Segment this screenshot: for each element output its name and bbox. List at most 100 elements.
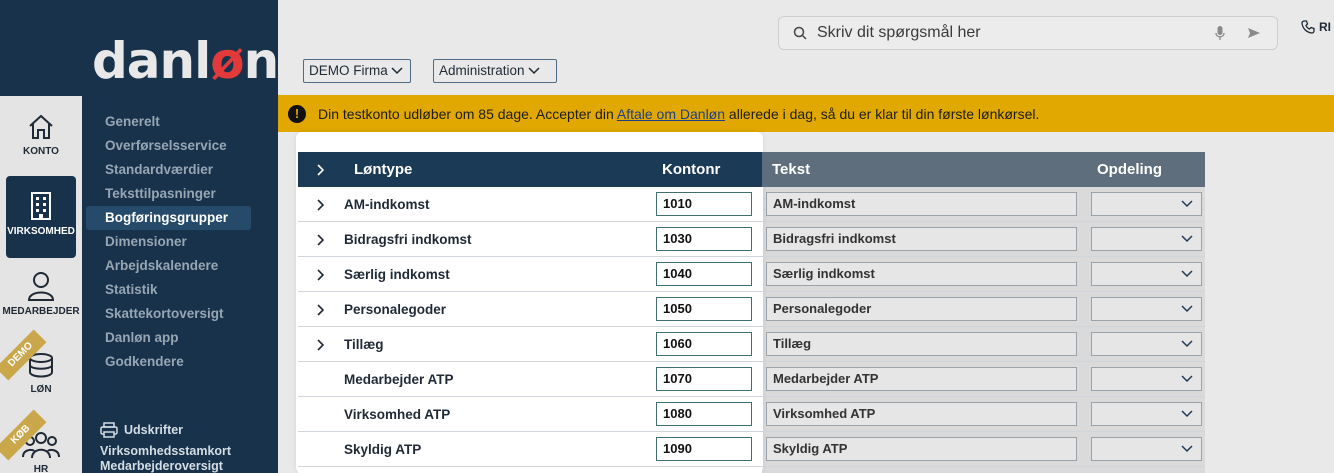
subnav-item-danlon-app[interactable]: Danløn app — [86, 326, 276, 350]
table-row: Medarbejder ATP 1070 Medarbejder ATP — [298, 362, 1205, 397]
chevron-down-icon — [1181, 200, 1193, 208]
agreement-link[interactable]: Aftale om Danløn — [617, 106, 725, 122]
rail-label: KONTO — [23, 146, 59, 157]
rail-item-medarbejder[interactable]: MEDARBEJDER — [0, 270, 82, 317]
phone-icon — [1301, 20, 1315, 34]
subnav-item-skattekortoversigt[interactable]: Skattekortoversigt — [86, 302, 276, 326]
table-row: Personalegoder 1050 Personalegoder — [298, 292, 1205, 327]
table-header: Løntype Kontonr Tekst Opdeling — [298, 152, 1205, 187]
chevron-down-icon — [1181, 410, 1193, 418]
tekst-field[interactable]: Virksomhed ATP — [766, 402, 1077, 426]
tekst-field[interactable]: Særlig indkomst — [766, 262, 1077, 286]
row-name: AM-indkomst — [344, 197, 430, 212]
chevron-down-icon — [1181, 235, 1193, 243]
chevron-right-icon[interactable] — [316, 304, 324, 316]
rail-label: HR — [33, 464, 49, 473]
subnav-item-dimensioner[interactable]: Dimensioner — [86, 230, 276, 254]
microphone-icon[interactable] — [1215, 25, 1225, 41]
call-label: RI — [1319, 20, 1331, 34]
print-link-medarbejderoversigt[interactable]: Medarbejderoversigt — [100, 459, 231, 473]
kontonr-input[interactable]: 1090 — [656, 437, 752, 461]
print-link-virksomhedsstamkort[interactable]: Virksomhedsstamkort — [100, 444, 231, 459]
prints-title: Udskrifter — [124, 423, 184, 437]
opdeling-select[interactable] — [1091, 227, 1202, 251]
subnav-item-teksttilpasninger[interactable]: Teksttilpasninger — [86, 182, 276, 206]
kontonr-input[interactable]: 1060 — [656, 332, 752, 356]
danlon-logo[interactable]: danløn — [92, 32, 279, 90]
banner-text: Din testkonto udløber om 85 dage. Accept… — [318, 105, 1040, 122]
search-input[interactable]: Skriv dit spørgsmål her — [817, 24, 1215, 42]
chevron-down-icon — [1181, 375, 1193, 383]
rail-label: VIRKSOMHED — [7, 226, 75, 237]
col-header-tekst: Tekst — [772, 161, 811, 178]
rail-item-konto[interactable]: KONTO — [0, 112, 82, 157]
kontonr-input[interactable]: 1050 — [656, 297, 752, 321]
tekst-field[interactable]: Skyldig ATP — [766, 437, 1077, 461]
chevron-down-icon — [1181, 340, 1193, 348]
opdeling-select[interactable] — [1091, 367, 1202, 391]
chevron-right-icon[interactable] — [316, 199, 324, 211]
send-icon[interactable] — [1247, 27, 1261, 39]
subnav-item-arbejdskalendere[interactable]: Arbejdskalendere — [86, 254, 276, 278]
trial-banner: ! Din testkonto udløber om 85 dage. Acce… — [278, 95, 1334, 132]
table-row: Skyldig ATP 1090 Skyldig ATP — [298, 432, 1205, 467]
chevron-right-icon[interactable] — [316, 339, 324, 351]
chevron-down-icon — [1181, 305, 1193, 313]
subnav-item-generelt[interactable]: Generelt — [86, 110, 276, 134]
subnav-item-statistik[interactable]: Statistik — [86, 278, 276, 302]
tekst-field[interactable]: Medarbejder ATP — [766, 367, 1077, 391]
search-bar[interactable]: Skriv dit spørgsmål her — [778, 16, 1278, 50]
table-row: AM-indkomst 1010 AM-indkomst — [298, 187, 1205, 222]
col-header-opdeling: Opdeling — [1097, 161, 1162, 178]
prints-section: Udskrifter Virksomhedsstamkort Medarbejd… — [100, 422, 231, 473]
company-dropdown[interactable]: DEMO Firma — [303, 59, 411, 83]
opdeling-select[interactable] — [1091, 402, 1202, 426]
kontonr-input[interactable]: 1010 — [656, 192, 752, 216]
subnav-item-standardvaerdier[interactable]: Standardværdier — [86, 158, 276, 182]
call-link[interactable]: RI — [1301, 20, 1331, 34]
row-name: Personalegoder — [344, 302, 447, 317]
company-dropdown-value: DEMO Firma — [309, 63, 388, 78]
prints-header: Udskrifter — [100, 422, 231, 438]
rail-item-virksomhed[interactable]: VIRKSOMHED — [6, 176, 76, 258]
warning-icon: ! — [288, 104, 306, 123]
chevron-down-icon — [391, 67, 403, 75]
opdeling-select[interactable] — [1091, 262, 1202, 286]
person-icon — [27, 272, 55, 301]
table-row: Virksomhed ATP 1080 Virksomhed ATP — [298, 397, 1205, 432]
subnav-item-godkendere[interactable]: Godkendere — [86, 350, 276, 374]
sub-navigation: Generelt Overførselsservice Standardværd… — [86, 110, 276, 374]
printer-icon — [100, 422, 118, 438]
rail-label: LØN — [30, 384, 52, 395]
row-name: Særlig indkomst — [344, 267, 450, 282]
col-header-kontonr: Kontonr — [662, 161, 721, 178]
expand-all-icon[interactable] — [316, 164, 324, 176]
kontonr-input[interactable]: 1030 — [656, 227, 752, 251]
chevron-right-icon[interactable] — [316, 234, 324, 246]
table-row: Bidragsfri indkomst 1030 Bidragsfri indkom… — [298, 222, 1205, 257]
icon-rail: KONTO VIRKSOMHED MEDARBEJDER LØN DEMO HR… — [0, 96, 82, 473]
tekst-field[interactable]: Tillæg — [766, 332, 1077, 356]
opdeling-select[interactable] — [1091, 332, 1202, 356]
tekst-field[interactable]: AM-indkomst — [766, 192, 1077, 216]
home-icon — [29, 114, 53, 139]
row-name: Medarbejder ATP — [344, 372, 454, 387]
subnav-item-overforselsservice[interactable]: Overførselsservice — [86, 134, 276, 158]
opdeling-select[interactable] — [1091, 192, 1202, 216]
role-dropdown[interactable]: Administration — [433, 59, 557, 83]
row-name: Bidragsfri indkomst — [344, 232, 472, 247]
chevron-right-icon[interactable] — [316, 269, 324, 281]
row-name: Skyldig ATP — [344, 442, 422, 457]
role-dropdown-value: Administration — [439, 63, 525, 78]
row-name: Tillæg — [344, 337, 384, 352]
kontonr-input[interactable]: 1040 — [656, 262, 752, 286]
opdeling-select[interactable] — [1091, 297, 1202, 321]
chevron-down-icon — [1181, 270, 1193, 278]
opdeling-select[interactable] — [1091, 437, 1202, 461]
kontonr-input[interactable]: 1070 — [656, 367, 752, 391]
tekst-field[interactable]: Bidragsfri indkomst — [766, 227, 1077, 251]
subnav-item-bogforingsgrupper[interactable]: Bogføringsgrupper — [86, 206, 251, 230]
tekst-field[interactable]: Personalegoder — [766, 297, 1077, 321]
kontonr-input[interactable]: 1080 — [656, 402, 752, 426]
col-header-loentype: Løntype — [354, 161, 413, 178]
